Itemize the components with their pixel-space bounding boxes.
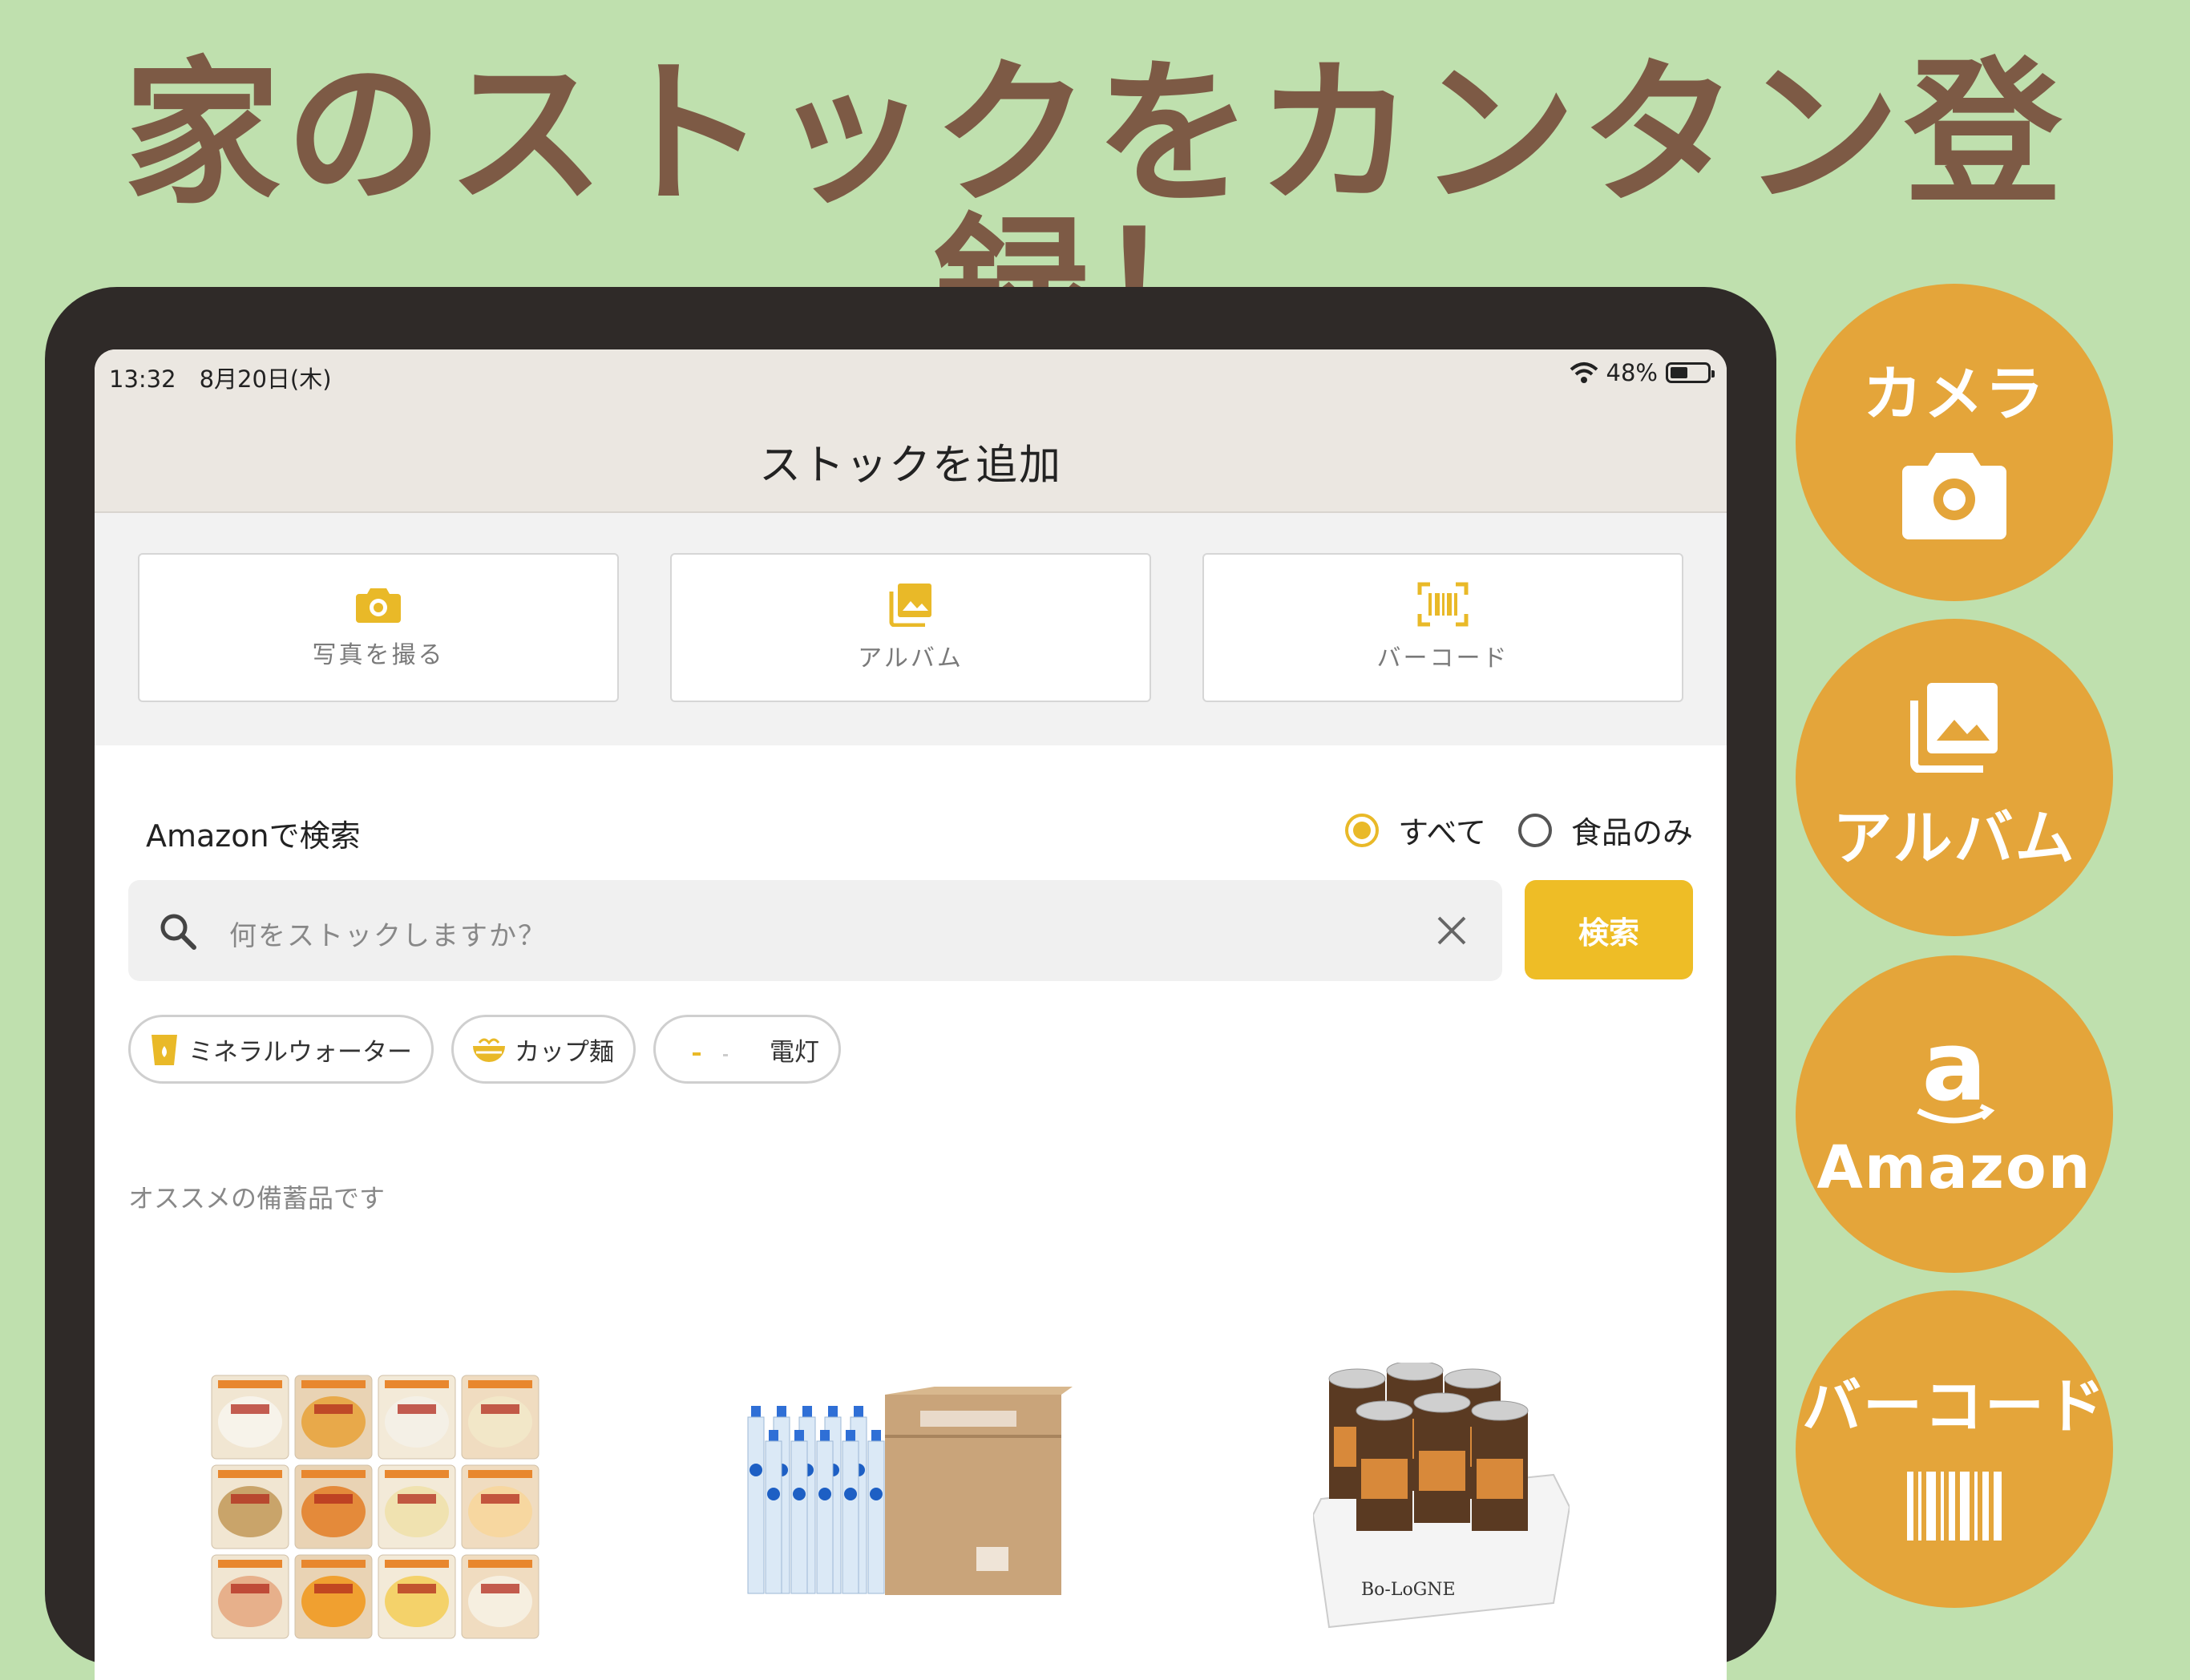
- water-bottle: [747, 1406, 765, 1594]
- suggestion-chips: ミネラルウォーター カップ麺 電灯: [128, 1015, 841, 1084]
- rice-pouch: [461, 1554, 539, 1639]
- rice-pouch: [211, 1464, 289, 1549]
- rice-pouch: [211, 1375, 289, 1460]
- water-bottle: [842, 1430, 859, 1594]
- amazon-logo-icon: a: [1917, 1026, 1995, 1124]
- retort-rice-assortment-image[interactable]: [207, 1371, 552, 1648]
- feature-label: アルバム: [1832, 803, 2076, 873]
- radio-food-label: 食品のみ: [1570, 815, 1693, 850]
- feature-label: Amazon: [1816, 1133, 2092, 1202]
- action-label: バーコード: [1376, 644, 1509, 672]
- rice-pouch: [294, 1554, 373, 1639]
- water-bottle: [816, 1430, 834, 1594]
- feature-label: バーコード: [1802, 1371, 2107, 1441]
- status-bar: 13:32 8月20日(木) 48%: [95, 349, 1727, 399]
- add-methods: 写真を撮る アルバム バーコード: [95, 513, 1727, 745]
- bread-can: [1471, 1400, 1529, 1531]
- svg-text:a: a: [1922, 1026, 1987, 1123]
- album-button[interactable]: アルバム: [670, 553, 1151, 702]
- barcode-button[interactable]: バーコード: [1202, 553, 1683, 702]
- feature-camera-circle: カメラ: [1796, 284, 2113, 601]
- section-title: Amazonで検索: [146, 818, 361, 854]
- page-title: ストックを追加: [758, 442, 1062, 490]
- action-label: 写真を撮る: [312, 641, 445, 669]
- water-bottle: [867, 1430, 885, 1594]
- filter-radio-group: すべて 食品のみ: [1345, 808, 1693, 852]
- battery-icon: [1666, 362, 1715, 383]
- noodle-bowl-icon: [473, 1038, 505, 1062]
- rice-pouch: [461, 1464, 539, 1549]
- status-time: 13:32 8月20日(木): [109, 365, 332, 393]
- search-button[interactable]: 検索: [1525, 880, 1693, 979]
- lamp-icon: [693, 1052, 728, 1056]
- chip-cup-noodle[interactable]: カップ麺: [451, 1015, 636, 1084]
- feature-album-circle: アルバム: [1796, 619, 2113, 936]
- chip-label: ミネラルウォーター: [188, 1037, 412, 1067]
- chip-lamp[interactable]: 電灯: [653, 1015, 841, 1084]
- mineral-water-case-image[interactable]: [736, 1387, 1073, 1627]
- clear-icon[interactable]: [1436, 915, 1467, 946]
- search-placeholder: 何をストックしますか？: [229, 920, 547, 952]
- feature-amazon-circle: a Amazon: [1796, 955, 2113, 1273]
- rice-pouch: [294, 1375, 373, 1460]
- rice-pouch: [211, 1554, 289, 1639]
- photo-album-icon: [889, 584, 931, 627]
- wifi-icon: [1570, 362, 1598, 383]
- barcode-scan-icon: [1417, 582, 1469, 627]
- search-input[interactable]: 何をストックしますか？: [128, 880, 1502, 981]
- camera-icon: [1902, 452, 2006, 539]
- radio-all-label: すべて: [1398, 815, 1486, 850]
- recommend-label: オススメの備蓄品です: [128, 1183, 386, 1214]
- search-icon: [160, 914, 196, 950]
- rice-pouch: [461, 1375, 539, 1460]
- feature-barcode-circle: バーコード: [1796, 1290, 2113, 1608]
- canned-bread-box-image[interactable]: Bo-LoGNE: [1313, 1363, 1570, 1643]
- chip-mineral-water[interactable]: ミネラルウォーター: [128, 1015, 434, 1084]
- water-bottle: [790, 1430, 808, 1594]
- photo-album-icon: [1910, 682, 1998, 773]
- action-label: アルバム: [858, 644, 964, 672]
- rice-pouch: [378, 1375, 456, 1460]
- rice-pouch: [378, 1464, 456, 1549]
- product-brand-text: Bo-LoGNE: [1361, 1580, 1456, 1600]
- battery-percent: 48%: [1606, 359, 1658, 386]
- feature-label: カメラ: [1863, 359, 2046, 429]
- radio-all[interactable]: [1345, 813, 1380, 847]
- camera-icon: [356, 588, 401, 623]
- bread-can: [1356, 1400, 1413, 1531]
- bread-can: [1413, 1392, 1471, 1523]
- radio-food-only[interactable]: [1517, 813, 1552, 847]
- chip-label: 電灯: [770, 1037, 819, 1067]
- rice-pouch: [294, 1464, 373, 1549]
- nav-bar: ストックを追加: [95, 399, 1727, 513]
- barcode-icon: [1907, 1471, 2002, 1541]
- amazon-search-section: Amazonで検索 すべて 食品のみ 何をストックしますか？ 検索 ミネラルウォ…: [95, 745, 1727, 1680]
- chip-label: カップ麺: [515, 1037, 614, 1067]
- water-cup-icon: [152, 1035, 177, 1065]
- water-bottle: [765, 1430, 782, 1594]
- tablet-frame: 13:32 8月20日(木) 48% ストックを追加 写真を撮る アルバム バー…: [45, 287, 1776, 1680]
- app-screen: 13:32 8月20日(木) 48% ストックを追加 写真を撮る アルバム バー…: [95, 349, 1727, 1680]
- take-photo-button[interactable]: 写真を撮る: [138, 553, 619, 702]
- rice-pouch: [378, 1554, 456, 1639]
